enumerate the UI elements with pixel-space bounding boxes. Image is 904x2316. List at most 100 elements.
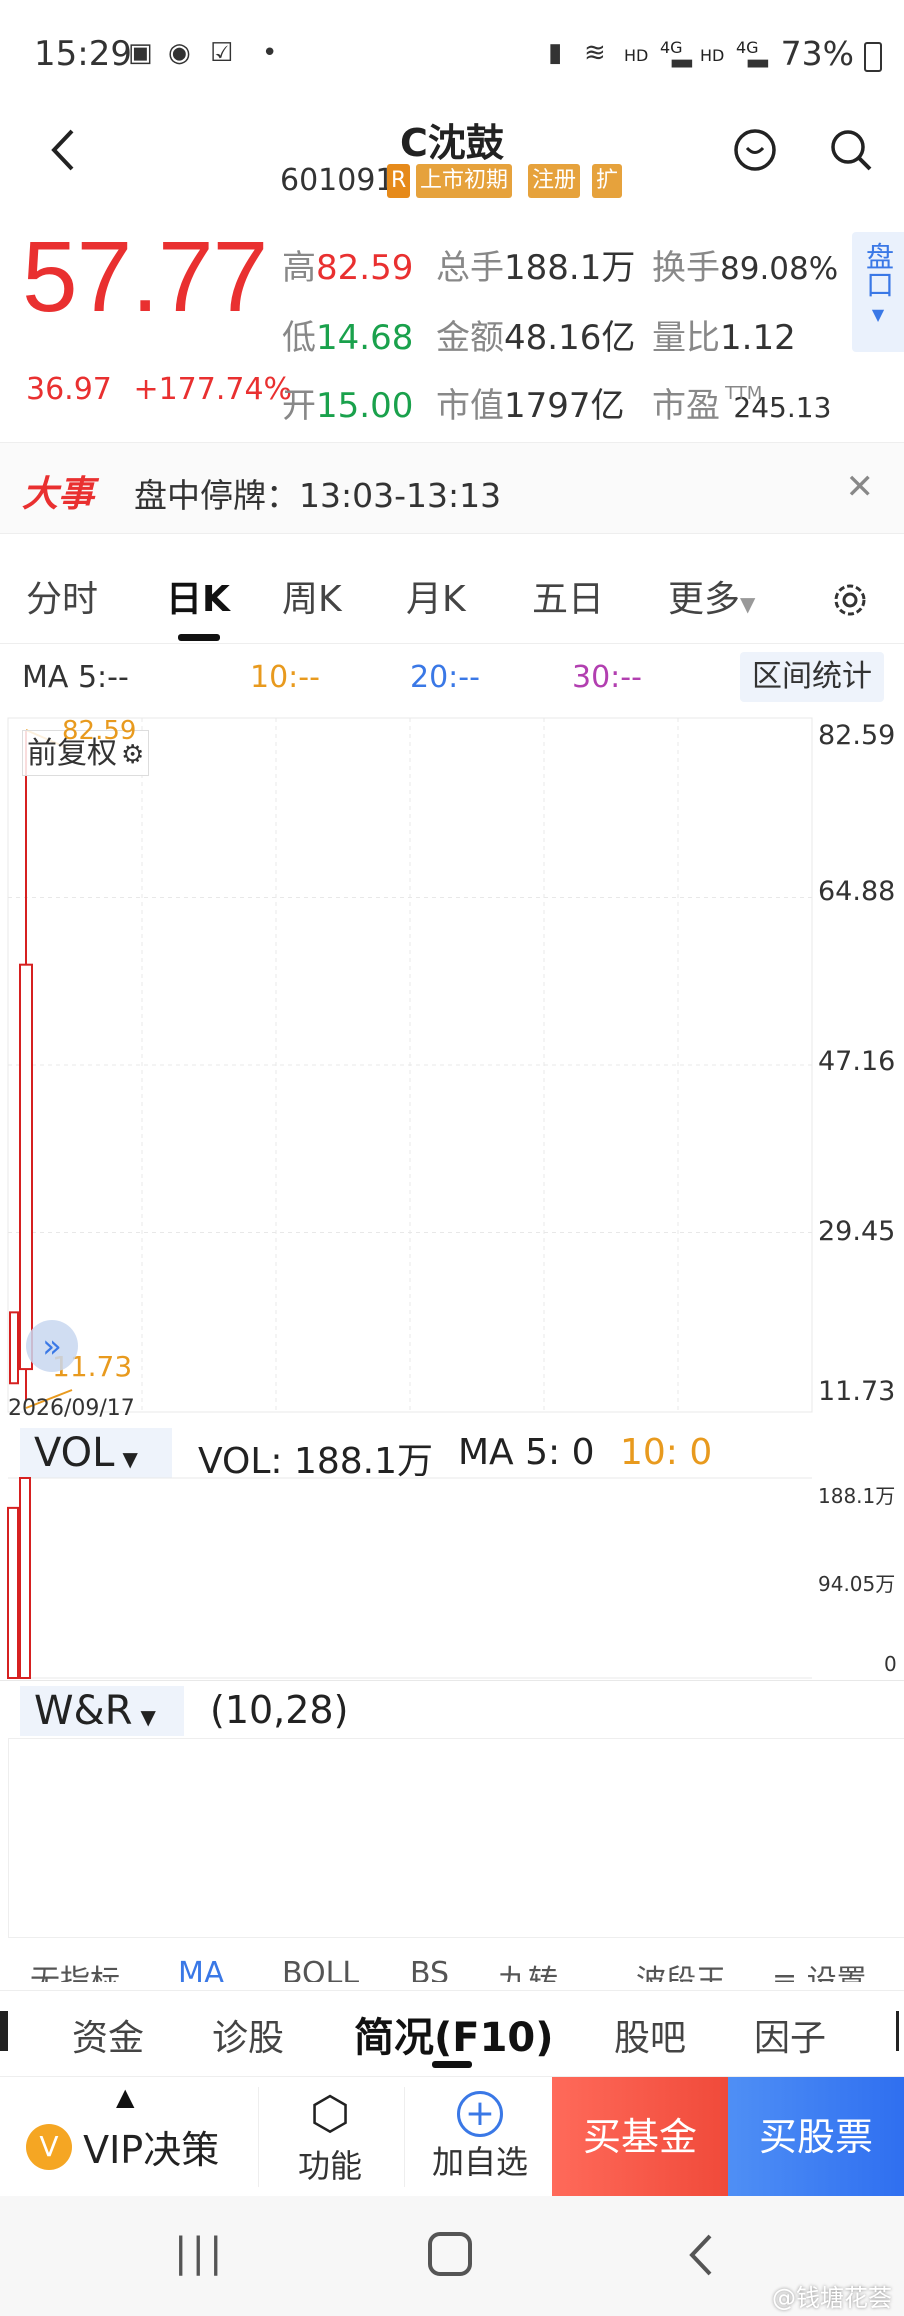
tab-indicator <box>178 634 220 641</box>
y-tick-1: 64.88 <box>818 876 896 907</box>
price-change: 36.97 +177.74% <box>26 372 292 407</box>
tab-indicator <box>432 2061 472 2068</box>
change-percent: +177.74% <box>133 372 293 407</box>
kline-chart[interactable] <box>0 710 904 1430</box>
event-banner[interactable]: 大事 盘中停牌：13:03-13:13 ✕ <box>0 442 904 534</box>
chat-icon[interactable] <box>730 125 780 175</box>
vol-ma5: MA 5: 0 <box>458 1432 595 1473</box>
y-tick-3: 29.45 <box>818 1216 896 1247</box>
status-bar: 15:29 ▣ ◉ ☑ • ▮ ≋ HD 4G ▂ HD 4G ▂ 73% <box>0 0 904 110</box>
date-label: 2026/09/17 <box>8 1396 135 1421</box>
wifi-icon: ≋ <box>584 38 606 68</box>
system-nav-bar: ||| <box>0 2196 904 2316</box>
y-tick-4: 11.73 <box>818 1376 896 1407</box>
signal-icon-2: ▂ <box>748 38 768 68</box>
caret-up-icon: ▲ <box>116 2083 135 2111</box>
ma30-label: 30:-- <box>572 660 642 695</box>
quote-turnover: 换手89.08% <box>652 248 839 288</box>
ind-none[interactable]: 无指标 <box>30 1956 120 1982</box>
quote-low: 低14.68 <box>282 318 414 358</box>
y-tick-2: 47.16 <box>818 1046 896 1077</box>
ind-bodongwang[interactable]: 波段王 <box>636 1956 726 1982</box>
chart-tabs: 分时 日K 周K 月K 五日 更多▼ <box>0 560 904 644</box>
bottom-action-bar: ▲ V VIP决策 ⬡ 功能 + 加自选 买基金 买股票 <box>0 2076 904 2197</box>
triangle-down-icon: ▼ <box>871 305 885 324</box>
search-icon[interactable] <box>826 125 876 175</box>
add-watchlist-button[interactable]: + 加自选 <box>420 2085 540 2183</box>
tab-daily-k[interactable]: 日K <box>166 570 230 622</box>
change-value: 36.97 <box>26 372 112 407</box>
clipped-tab-edge-right <box>896 2011 904 2051</box>
tab-forum[interactable]: 股吧 <box>614 2009 686 2061</box>
divider <box>258 2087 259 2187</box>
vol-ma10: 10: 0 <box>620 1432 713 1473</box>
status-time: 15:29 <box>34 34 132 74</box>
tab-diagnosis[interactable]: 诊股 <box>212 2009 284 2061</box>
expand-chevron-icon[interactable]: » <box>26 1320 78 1372</box>
vip-diamond-icon: V <box>26 2123 72 2170</box>
quote-vol-ratio: 量比1.12 <box>652 318 796 358</box>
ind-boll[interactable]: BOLL <box>282 1956 359 1982</box>
clipped-tab-edge <box>0 2011 8 2051</box>
volume-bar <box>19 1477 31 1679</box>
ind-bs[interactable]: BS <box>410 1956 449 1982</box>
wr-indicator-select[interactable]: W&R ▼ <box>20 1686 184 1736</box>
tag-expand: 扩 <box>592 164 623 198</box>
vol-y-tick-2: 0 <box>884 1652 897 1676</box>
dot-icon: • <box>262 38 278 68</box>
divider <box>404 2087 405 2187</box>
tab-f10[interactable]: 简况(F10) <box>354 2005 554 2063</box>
close-icon[interactable]: ✕ <box>846 467 875 507</box>
vol-indicator-select[interactable]: VOL ▼ <box>20 1428 172 1478</box>
battery-icon <box>864 42 882 72</box>
candle-body <box>19 963 33 1371</box>
candle-body-prev <box>9 1311 19 1385</box>
last-price: 57.77 <box>22 221 268 333</box>
kline-grid <box>7 717 813 1413</box>
buy-stock-button[interactable]: 买股票 <box>728 2077 904 2197</box>
weibo-icon: ◉ <box>168 38 191 68</box>
triangle-down-icon: ▼ <box>122 1447 138 1471</box>
wr-params: (10,28) <box>210 1688 349 1732</box>
triangle-down-icon: ▼ <box>140 1705 156 1729</box>
quote-volume: 总手188.1万 <box>436 248 636 288</box>
tag-registration: 注册 <box>528 164 581 198</box>
tab-five-day[interactable]: 五日 <box>532 570 604 622</box>
tag-listing: 上市初期 <box>416 164 513 198</box>
info-tabs: 资金 诊股 简况(F10) 股吧 因子 <box>0 1990 904 2076</box>
home-icon[interactable] <box>428 2232 472 2276</box>
triangle-down-icon: ▼ <box>740 592 756 616</box>
quote-mktcap: 市值1797亿 <box>436 386 625 426</box>
recent-apps-icon[interactable]: ||| <box>174 2230 226 2276</box>
buy-fund-button[interactable]: 买基金 <box>552 2077 728 2197</box>
tab-weekly-k[interactable]: 周K <box>282 570 342 622</box>
tab-intraday[interactable]: 分时 <box>26 570 98 622</box>
function-button[interactable]: ⬡ 功能 <box>280 2085 380 2187</box>
vol-y-tick-1: 94.05万 <box>818 1572 896 1596</box>
tab-factor[interactable]: 因子 <box>754 2009 826 2061</box>
settings-gear-icon[interactable] <box>830 580 870 620</box>
ind-ma[interactable]: MA <box>178 1956 224 1982</box>
y-tick-0: 82.59 <box>818 720 896 751</box>
ind-jiuzhuan[interactable]: 九转 <box>498 1956 558 1982</box>
ma10-label: 10:-- <box>250 660 320 695</box>
checkbox-icon: ☑ <box>210 38 234 68</box>
system-back-icon[interactable] <box>684 2232 718 2278</box>
battery-saver-icon: ▮ <box>548 38 563 68</box>
volume-chart <box>7 1477 812 1679</box>
stock-code: 601091 <box>280 163 395 198</box>
volume-bar <box>7 1506 19 1679</box>
range-stats-button[interactable]: 区间统计 <box>740 652 884 702</box>
tab-monthly-k[interactable]: 月K <box>406 570 466 622</box>
pankou-button[interactable]: 盘口 ▼ <box>852 232 904 352</box>
ind-settings[interactable]: ≡ 设置 <box>772 1956 867 1982</box>
kline-candles <box>9 729 73 1409</box>
watermark: @钱塘花荟 <box>772 2284 892 2312</box>
divider <box>0 1680 904 1681</box>
tab-funds[interactable]: 资金 <box>72 2009 144 2061</box>
quote-pe: 市盈 TTM 245.13 <box>652 383 832 426</box>
cube-icon: ⬡ <box>309 2086 351 2140</box>
vip-decision-button[interactable]: V VIP决策 <box>26 2119 219 2174</box>
ma20-label: 20:-- <box>410 660 480 695</box>
tab-more[interactable]: 更多▼ <box>668 570 755 622</box>
